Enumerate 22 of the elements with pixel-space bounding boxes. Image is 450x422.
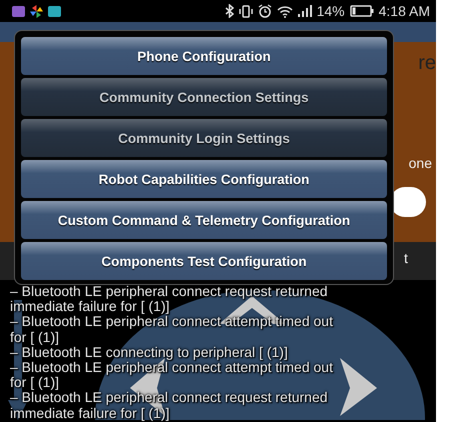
battery-percent: 14% <box>316 3 345 19</box>
log-line: for [ (1)] <box>10 375 60 390</box>
pinwheel-icon <box>30 4 43 18</box>
bluetooth-icon <box>224 4 234 18</box>
menu-button[interactable]: Robot Capabilities Configuration <box>21 160 387 198</box>
menu-button[interactable]: Custom Command & Telemetry Configuration <box>21 201 387 239</box>
log-line: – Bluetooth LE peripheral connect attempt timed out <box>10 314 334 330</box>
clock: 4:18 AM <box>378 3 430 19</box>
log-line: for [ (1)] <box>10 330 60 345</box>
log-line: immediate failure for [ (1)] <box>10 299 170 314</box>
app-icon <box>48 4 61 18</box>
panel-text: one <box>408 155 432 171</box>
vibrate-icon <box>238 4 253 18</box>
signal-icon <box>298 5 312 17</box>
battery-icon <box>350 5 374 17</box>
menu-button[interactable]: Components Test Configuration <box>21 242 387 280</box>
wifi-icon <box>276 4 293 18</box>
strip-text: t <box>404 250 408 266</box>
menu-button[interactable]: Phone Configuration <box>21 37 387 75</box>
alarm-icon <box>258 4 272 18</box>
app-icon <box>12 4 25 18</box>
header-text: re <box>418 52 436 75</box>
